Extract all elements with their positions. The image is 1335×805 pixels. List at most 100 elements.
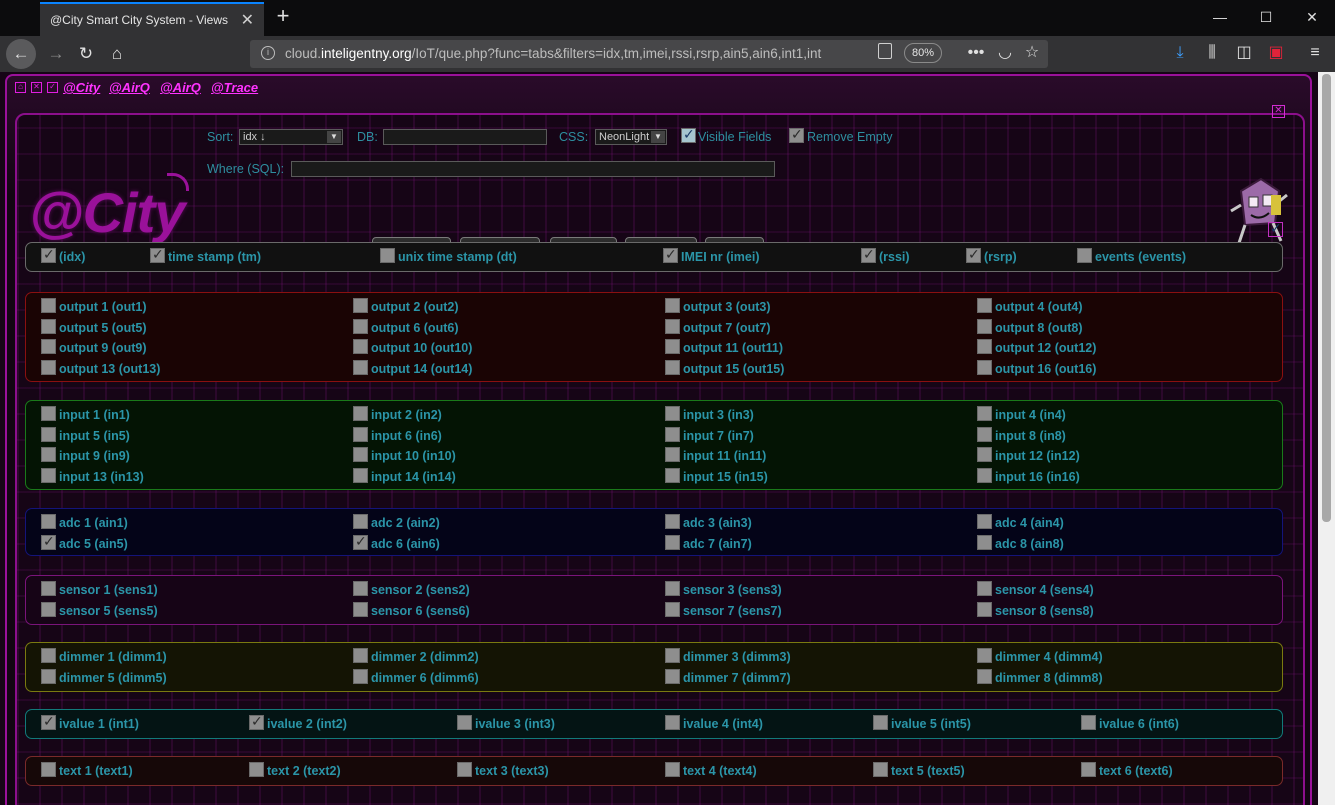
reader-view-icon[interactable] — [878, 43, 892, 59]
field-checkbox[interactable] — [665, 762, 680, 777]
field-checkbox[interactable] — [150, 246, 165, 263]
field-checkbox[interactable] — [665, 298, 680, 313]
field-checkbox[interactable] — [41, 447, 56, 463]
field-checkbox[interactable] — [977, 339, 992, 355]
check-small-icon[interactable]: ✓ — [47, 82, 58, 93]
field-checkbox[interactable] — [861, 246, 876, 263]
field-checkbox[interactable] — [249, 762, 264, 777]
page-scrollbar[interactable] — [1318, 72, 1335, 805]
field-checkbox[interactable] — [966, 246, 981, 263]
field-checkbox[interactable] — [665, 406, 680, 421]
browser-tab[interactable]: @City Smart City System - Views ✕ — [40, 2, 264, 36]
field-checkbox[interactable] — [977, 602, 992, 617]
pocket-icon[interactable]: ◡ — [994, 42, 1016, 64]
field-checkbox[interactable] — [353, 468, 368, 484]
maximize-icon[interactable]: ☐ — [1243, 0, 1289, 34]
field-checkbox[interactable] — [353, 360, 368, 376]
back-arrow-icon[interactable]: ← — [6, 39, 36, 69]
site-info-icon[interactable]: i — [261, 46, 275, 60]
reload-icon[interactable]: ↻ — [72, 40, 100, 68]
field-checkbox[interactable] — [665, 535, 680, 550]
field-checkbox[interactable] — [353, 298, 368, 313]
field-checkbox[interactable] — [457, 715, 472, 730]
library-icon[interactable]: ⫼ — [1201, 42, 1223, 64]
field-checkbox[interactable] — [353, 447, 368, 463]
field-checkbox[interactable] — [873, 762, 888, 777]
field-checkbox[interactable] — [41, 468, 56, 484]
field-checkbox[interactable] — [665, 514, 680, 529]
sort-select[interactable]: idx ↓ ▼ — [239, 129, 343, 145]
nav-link-airq-1[interactable]: @AirQ — [109, 80, 150, 95]
nav-link-trace[interactable]: @Trace — [211, 80, 258, 95]
field-checkbox[interactable] — [977, 447, 992, 463]
close-tab-icon[interactable]: ✕ — [241, 10, 254, 30]
field-checkbox[interactable] — [665, 426, 680, 442]
window-close-icon[interactable]: ✕ — [1289, 0, 1335, 34]
field-checkbox[interactable] — [977, 648, 992, 663]
field-checkbox[interactable] — [977, 535, 992, 550]
field-checkbox[interactable] — [977, 669, 992, 684]
field-checkbox[interactable] — [41, 648, 56, 663]
field-checkbox[interactable] — [41, 713, 56, 730]
downloads-icon[interactable]: ⤓ — [1169, 42, 1191, 64]
field-checkbox[interactable] — [41, 426, 56, 442]
field-checkbox[interactable] — [41, 533, 56, 550]
db-input[interactable] — [383, 129, 547, 145]
nav-link-city[interactable]: @City — [63, 80, 100, 95]
remove-empty-checkbox[interactable] — [789, 126, 804, 143]
forward-arrow-icon[interactable]: → — [42, 40, 70, 68]
field-checkbox[interactable] — [41, 406, 56, 421]
field-checkbox[interactable] — [977, 514, 992, 529]
visible-fields-checkbox[interactable] — [681, 126, 696, 143]
field-checkbox[interactable] — [977, 581, 992, 596]
field-checkbox[interactable] — [1081, 762, 1096, 777]
field-checkbox[interactable] — [873, 715, 888, 730]
field-checkbox[interactable] — [41, 318, 56, 334]
close-small-icon[interactable]: ✕ — [31, 82, 42, 93]
field-checkbox[interactable] — [665, 318, 680, 334]
extension-icon[interactable]: ▣ — [1265, 42, 1287, 64]
field-checkbox[interactable] — [977, 298, 992, 313]
field-checkbox[interactable] — [41, 246, 56, 263]
home-icon[interactable]: ⌂ — [103, 40, 131, 68]
bookmark-star-icon[interactable]: ☆ — [1021, 42, 1043, 64]
field-checkbox[interactable] — [249, 713, 264, 730]
zoom-level-badge[interactable]: 80% — [904, 43, 942, 63]
field-checkbox[interactable] — [353, 514, 368, 529]
field-checkbox[interactable] — [665, 468, 680, 484]
field-checkbox[interactable] — [353, 318, 368, 334]
field-checkbox[interactable] — [41, 360, 56, 376]
panel-close-icon[interactable]: ✕ — [1272, 105, 1285, 118]
hamburger-menu-icon[interactable]: ≡ — [1304, 42, 1326, 64]
field-checkbox[interactable] — [41, 669, 56, 684]
field-checkbox[interactable] — [41, 762, 56, 777]
field-checkbox[interactable] — [663, 246, 678, 263]
field-checkbox[interactable] — [665, 360, 680, 376]
field-checkbox[interactable] — [977, 360, 992, 376]
field-checkbox[interactable] — [665, 447, 680, 463]
sidebar-icon[interactable]: ◫ — [1233, 42, 1255, 64]
css-select[interactable]: NeonLight ▼ — [595, 129, 667, 145]
field-checkbox[interactable] — [353, 533, 368, 550]
field-checkbox[interactable] — [41, 339, 56, 355]
field-checkbox[interactable] — [1081, 715, 1096, 730]
new-tab-icon[interactable]: + — [270, 4, 296, 30]
field-checkbox[interactable] — [665, 581, 680, 596]
scrollbar-thumb[interactable] — [1322, 74, 1331, 522]
field-checkbox[interactable] — [353, 602, 368, 617]
field-checkbox[interactable] — [1077, 248, 1092, 263]
nav-link-airq-2[interactable]: @AirQ — [160, 80, 201, 95]
field-checkbox[interactable] — [353, 648, 368, 663]
field-checkbox[interactable] — [41, 514, 56, 529]
field-checkbox[interactable] — [665, 602, 680, 617]
home-small-icon[interactable]: ⌂ — [15, 82, 26, 93]
field-checkbox[interactable] — [665, 669, 680, 684]
field-checkbox[interactable] — [353, 669, 368, 684]
field-checkbox[interactable] — [665, 648, 680, 663]
field-checkbox[interactable] — [41, 602, 56, 617]
field-checkbox[interactable] — [41, 298, 56, 313]
field-checkbox[interactable] — [380, 248, 395, 263]
field-checkbox[interactable] — [353, 406, 368, 421]
field-checkbox[interactable] — [353, 339, 368, 355]
field-checkbox[interactable] — [977, 426, 992, 442]
